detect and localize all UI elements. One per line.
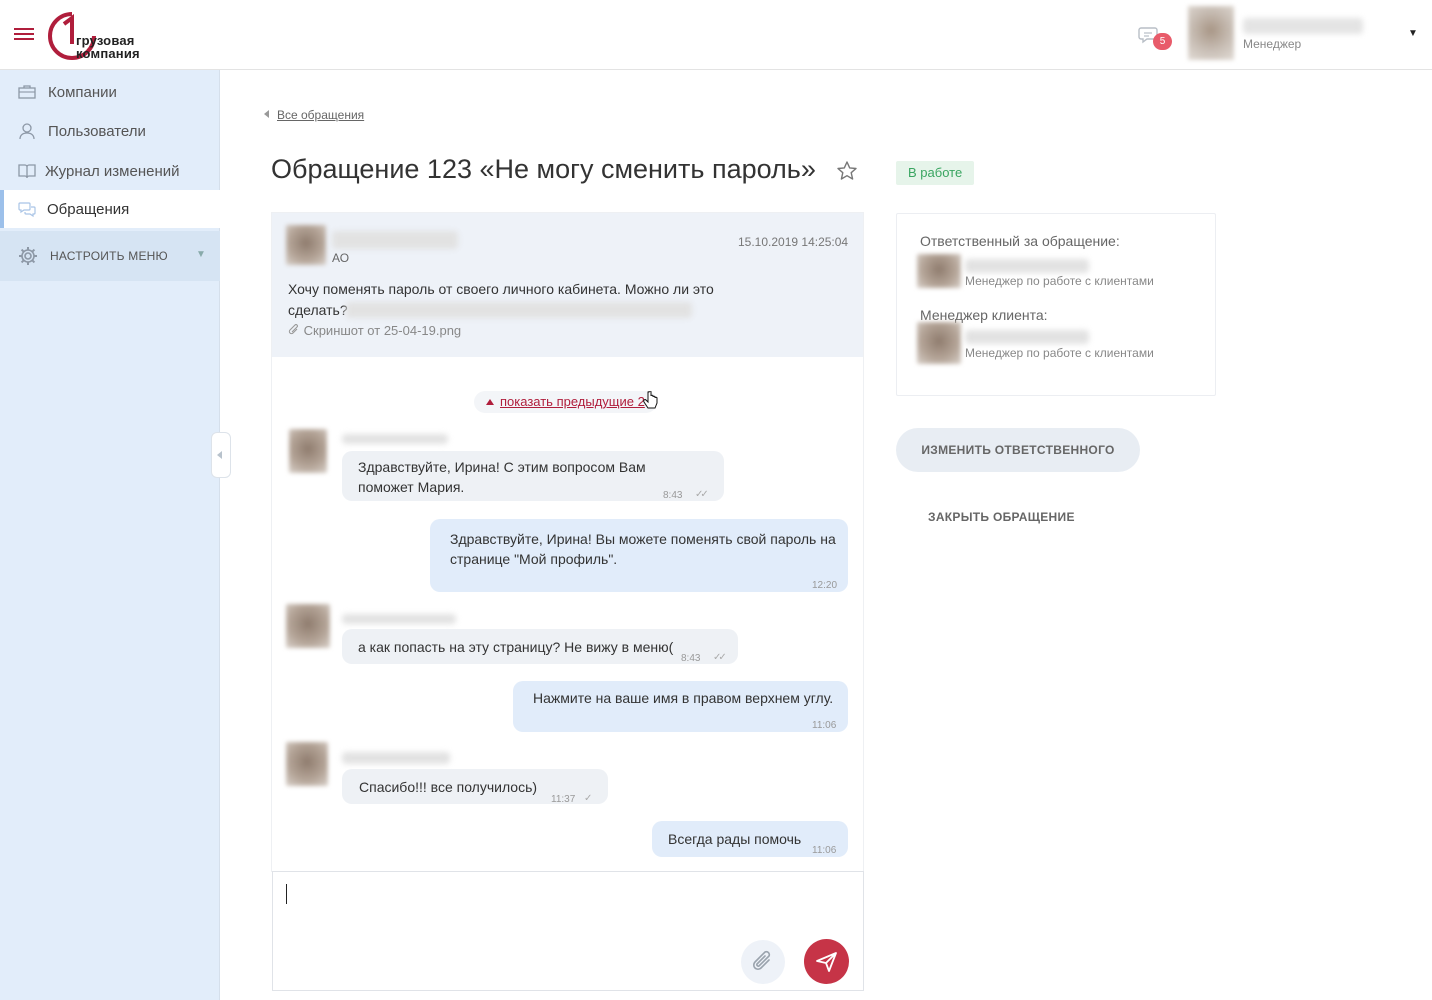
back-arrow-icon [264,110,269,118]
ticket-details-box: Ответственный за обращение: Менеджер по … [896,213,1216,396]
message-text: Спасибо!!! все получилось) [359,779,538,795]
message-bubble-incoming: а как попасть на эту страницу? Не вижу в… [342,629,738,664]
read-ticks-icon: ✓✓ [713,652,727,663]
sidebar-item-changelog[interactable]: Журнал изменений [0,152,220,190]
back-link-label: Все обращения [277,108,365,122]
customize-menu-label: НАСТРОИТЬ МЕНЮ [50,249,168,263]
user-name-redacted [1243,18,1363,34]
text-caret [286,884,287,904]
message-text: Здравствуйте, Ирина! С этим вопросом Вам… [358,459,646,495]
show-previous-label: показать предыдущие 2 [500,394,645,409]
message-time: 12:20 [812,580,838,591]
triangle-up-icon [486,399,494,405]
sender-name-redacted [342,614,456,624]
paperclip-icon [752,950,771,971]
attachment-link[interactable]: Скриншот от 25-04-19.png [288,323,461,338]
sidebar-item-label: Обращения [47,201,130,218]
author-company: АО [332,251,350,265]
client-manager-label: Менеджер клиента: [920,307,1048,323]
original-request: АО 15.10.2019 14:25:04 Хочу поменять пар… [272,213,863,357]
send-message-button[interactable] [804,939,849,984]
client-manager-avatar [917,322,961,364]
user-menu-caret-icon[interactable]: ▼ [1408,28,1418,39]
sidebar-item-companies[interactable]: Компании [0,73,220,111]
responsible-avatar [917,254,961,288]
message-text: а как попасть на эту страницу? Не вижу в… [358,639,674,655]
message-bubble-outgoing: Всегда рады помочь 11:06 [652,821,848,857]
send-arrow-icon [816,952,837,972]
page-title: Обращение 123 «Не могу сменить пароль» [271,154,816,184]
sidebar: Компании Пользователи Журнал изменений О… [0,70,220,1000]
sender-name-redacted [342,752,450,764]
company-logo[interactable]: грузовая компания [46,10,146,62]
attach-file-button[interactable] [741,940,785,984]
hamburger-menu-icon[interactable] [14,28,34,42]
responsible-role: Менеджер по работе с клиентами [965,274,1154,288]
message-time: 8:43 [681,653,701,664]
customize-menu-button[interactable]: НАСТРОИТЬ МЕНЮ ▼ [0,231,220,281]
sent-tick-icon: ✓ [584,793,593,804]
logo-text: грузовая компания [76,33,140,61]
message-time: 11:06 [812,845,837,856]
sender-name-redacted [342,434,448,444]
sidebar-collapse-handle[interactable] [211,432,231,478]
sidebar-item-label: Пользователи [48,123,146,140]
message-text: Здравствуйте, Ирина! Вы можете поменять … [450,531,836,567]
read-ticks-icon: ✓✓ [695,489,709,500]
favorite-star-icon[interactable] [836,160,858,182]
show-previous-messages-link[interactable]: показать предыдущие 2 [474,391,657,413]
author-avatar [286,225,326,265]
status-badge: В работе [896,161,975,185]
briefcase-icon [18,85,36,99]
message-bubble-outgoing: Нажмите на ваше имя в правом верхнем угл… [513,681,848,732]
sidebar-item-tickets[interactable]: Обращения [0,190,220,228]
message-bubble-incoming: Здравствуйте, Ирина! С этим вопросом Вам… [342,451,724,501]
responsible-label: Ответственный за обращение: [920,233,1120,249]
redacted-text [346,302,692,318]
chat-panel: АО 15.10.2019 14:25:04 Хочу поменять пар… [271,212,864,872]
message-bubble-incoming: Спасибо!!! все получилось) 11:37 ✓ [342,769,608,805]
message-text: Всегда рады помочь [668,831,802,847]
hand-cursor-icon [643,391,658,409]
sender-avatar [289,429,327,473]
gear-icon [19,247,37,265]
message-bubble-outgoing: Здравствуйте, Ирина! Вы можете поменять … [430,519,848,592]
message-time: 11:06 [812,720,837,731]
change-responsible-button[interactable]: ИЗМЕНИТЬ ОТВЕТСТВЕННОГО [896,428,1140,472]
book-icon [18,164,36,179]
message-text: Нажмите на ваше имя в правом верхнем угл… [533,690,834,706]
attachment-name: Скриншот от 25-04-19.png [303,323,462,338]
message-composer[interactable] [272,871,864,991]
client-manager-name-redacted [965,330,1089,344]
sidebar-item-label: Компании [48,84,117,101]
author-name-redacted [332,231,458,249]
user-avatar[interactable] [1188,6,1234,60]
user-icon [19,123,35,140]
message-time: 8:43 [663,490,683,501]
sender-avatar [286,604,330,648]
sender-avatar [286,742,328,786]
client-manager-role: Менеджер по работе с клиентами [965,346,1154,360]
top-header: грузовая компания 5 Менеджер ▼ [0,0,1432,70]
notifications-badge: 5 [1153,33,1172,50]
message-time: 11:37 [551,794,576,805]
paperclip-icon [288,324,298,335]
close-ticket-button[interactable]: ЗАКРЫТЬ ОБРАЩЕНИЕ [928,510,1075,524]
back-to-tickets-link[interactable]: Все обращения [264,108,364,122]
chat-bubbles-icon [18,202,36,218]
sidebar-item-label: Журнал изменений [45,163,180,180]
responsible-name-redacted [965,259,1089,273]
user-role: Менеджер [1243,37,1302,51]
sidebar-item-users[interactable]: Пользователи [0,112,220,150]
request-datetime: 15.10.2019 14:25:04 [738,235,849,249]
chevron-down-icon: ▼ [196,249,206,260]
